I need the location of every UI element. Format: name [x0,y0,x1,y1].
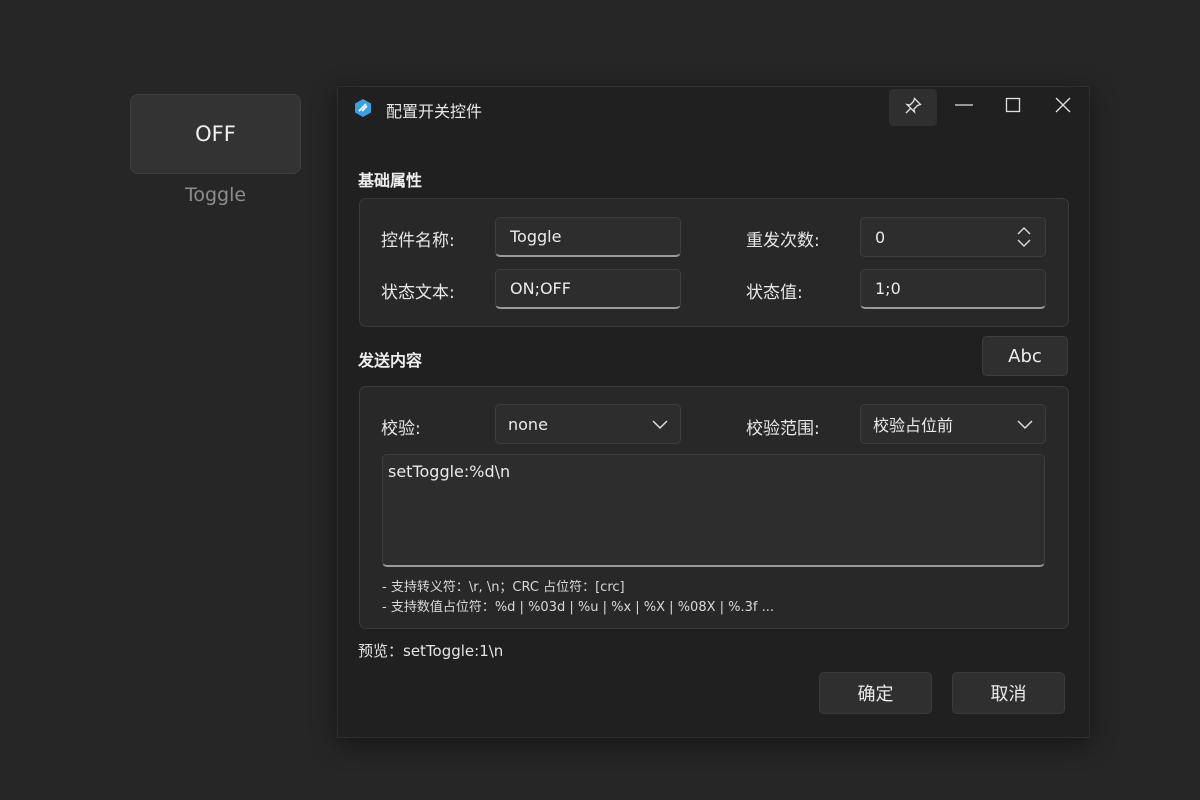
checksum-label: 校验: [381,419,421,439]
toggle-state-text: OFF [195,122,236,146]
toggle-caption: Toggle [184,184,247,206]
checksum-select[interactable]: none [495,404,681,444]
maximize-button[interactable] [989,89,1037,125]
close-icon [1053,95,1073,119]
ok-button[interactable]: 确定 [819,672,932,714]
name-label: 控件名称: [381,231,455,251]
basic-section-title: 基础属性 [358,171,423,190]
state-value-input-value: 1;0 [875,279,901,298]
dialog-title: 配置开关控件 [386,102,483,121]
app-logo-icon [353,98,373,118]
close-button[interactable] [1039,89,1087,125]
cancel-button[interactable]: 取消 [952,672,1065,714]
toggle-widget[interactable]: OFF [130,94,301,174]
name-input[interactable]: Toggle [495,217,681,257]
repeat-spinbox[interactable]: 0 [860,217,1046,257]
checksum-value: none [508,414,548,434]
abc-label: Abc [1008,345,1042,367]
minimize-icon [954,95,974,119]
pin-button[interactable] [889,89,937,126]
state-text-input-value: ON;OFF [510,279,571,298]
preview-text: 预览：setToggle:1\n [358,642,504,660]
hint-escape: - 支持转义符：\r, \n；CRC 占位符：[crc] [382,580,625,595]
chevron-down-icon [652,417,668,436]
send-content-text: setToggle:%d\n [388,462,511,481]
state-value-label: 状态值: [746,283,803,303]
send-section-title: 发送内容 [358,351,423,370]
basic-properties-group: 控件名称: Toggle 重发次数: 0 状态文本: ON;OFF 状态值: 1… [359,198,1069,327]
minimize-button[interactable] [940,89,988,125]
maximize-icon [1003,95,1023,119]
text-format-button[interactable]: Abc [982,336,1068,376]
checksum-range-select[interactable]: 校验占位前 [860,404,1046,444]
dialog-titlebar[interactable]: 配置开关控件 [338,87,1089,129]
cancel-label: 取消 [990,684,1027,705]
state-text-label: 状态文本: [381,283,455,303]
state-value-input[interactable]: 1;0 [860,269,1046,309]
send-content-textarea[interactable]: setToggle:%d\n [382,454,1045,567]
name-input-value: Toggle [510,227,562,246]
ok-label: 确定 [857,684,894,705]
desktop-canvas: OFF Toggle 配置开关控件 基础属性 控件名称: Toggle 重发次数… [0,0,1200,800]
checksum-range-value: 校验占位前 [873,416,954,435]
hint-placeholder: - 支持数值占位符：%d | %03d | %u | %x | %X | %08… [382,600,774,615]
repeat-label: 重发次数: [746,231,820,251]
config-toggle-dialog: 配置开关控件 基础属性 控件名称: Toggle 重发次数: 0 状态文本: O… [337,86,1090,738]
checksum-range-label: 校验范围: [746,419,820,439]
pin-icon [903,96,923,120]
chevron-down-icon [1017,417,1033,436]
state-text-input[interactable]: ON;OFF [495,269,681,309]
repeat-value: 0 [875,227,886,247]
spin-up-down-icon[interactable] [1015,225,1033,253]
